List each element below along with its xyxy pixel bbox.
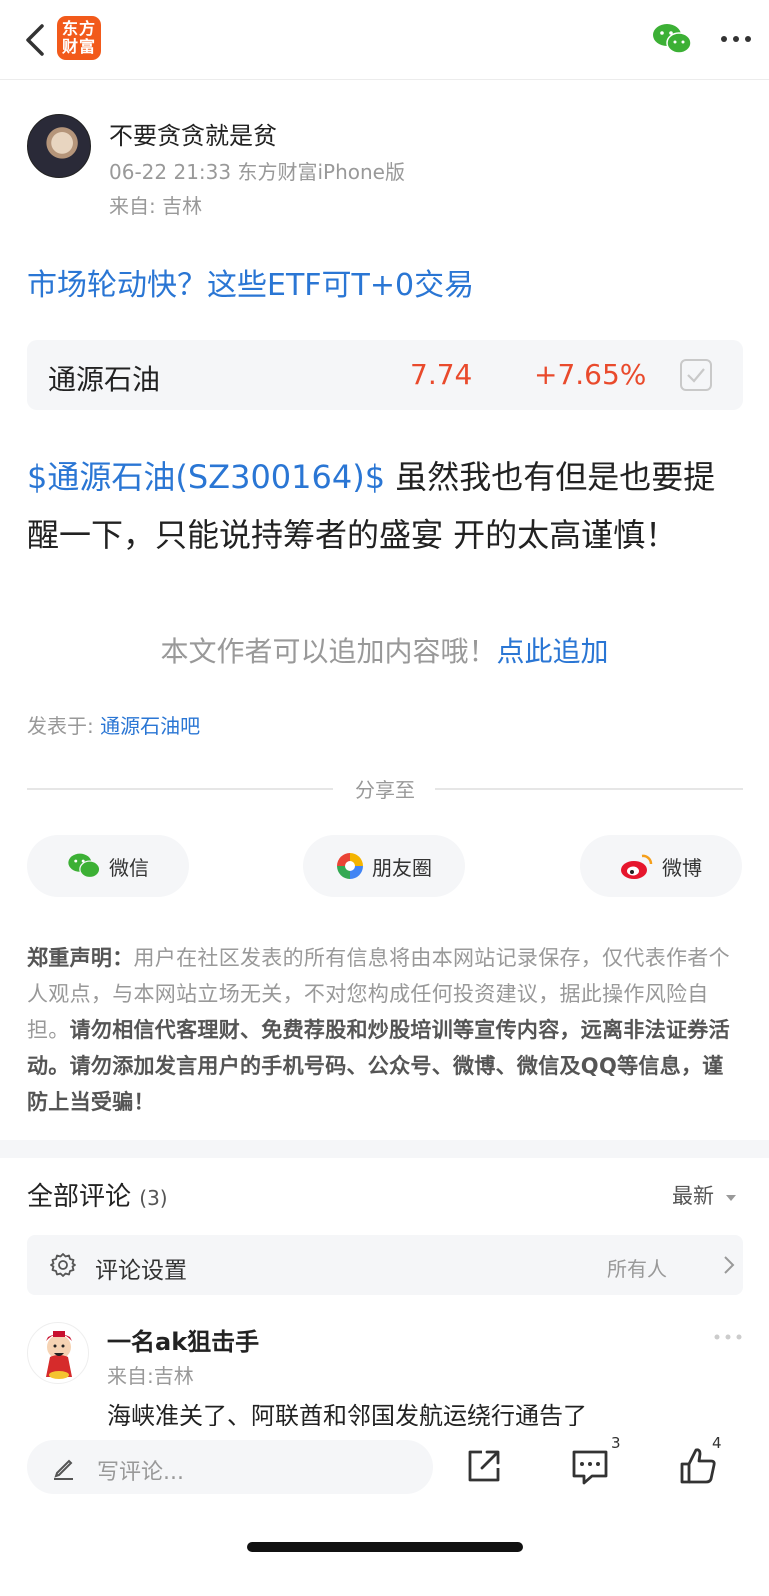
comments-count: (3) bbox=[139, 1186, 168, 1210]
back-icon[interactable] bbox=[22, 20, 52, 60]
stock-name: 通源石油 bbox=[48, 363, 161, 396]
post-content: $通源石油(SZ300164)$ 虽然我也有但是也要提醒一下，只能说持筹者的盛宴… bbox=[27, 448, 743, 564]
moments-icon bbox=[337, 853, 363, 879]
comment-input[interactable]: 写评论... bbox=[27, 1440, 433, 1494]
weibo-icon bbox=[621, 854, 653, 879]
add-watchlist-checkbox[interactable] bbox=[680, 359, 712, 391]
comment-item: 一名ak狙击手 来自:吉林 海峡准关了、阿联酋和邻国发航运绕行通告了 bbox=[27, 1322, 743, 1432]
posted-in-label: 发表于: bbox=[27, 714, 101, 738]
promo-link[interactable]: 市场轮动快？这些ETF可T+0交易 bbox=[27, 260, 474, 304]
share-wechat-button[interactable]: 微信 bbox=[27, 835, 189, 897]
share-weibo-button[interactable]: 微博 bbox=[580, 835, 742, 897]
share-divider: 分享至 bbox=[27, 774, 743, 804]
comment-icon[interactable] bbox=[570, 1446, 610, 1486]
commenter-name[interactable]: 一名ak狙击手 bbox=[107, 1322, 259, 1357]
like-count-badge: 4 bbox=[712, 1434, 722, 1452]
comment-more-icon[interactable] bbox=[713, 1332, 743, 1342]
append-link[interactable]: 点此追加 bbox=[497, 635, 609, 668]
stock-card[interactable]: 通源石油 7.74 +7.65% bbox=[27, 340, 743, 410]
caishen-avatar-icon bbox=[46, 1331, 72, 1379]
share-moments-label: 朋友圈 bbox=[372, 855, 432, 880]
stock-price: 7.74 bbox=[410, 358, 473, 391]
wechat-icon bbox=[68, 853, 101, 879]
post-location: 来自: 吉林 bbox=[109, 194, 203, 218]
logo-line2: 财富 bbox=[61, 37, 96, 56]
comments-header: 全部评论 (3) bbox=[27, 1176, 168, 1213]
app-logo: 东方 财富 bbox=[57, 16, 101, 60]
stock-change: +7.65% bbox=[534, 358, 647, 391]
comment-count-badge: 3 bbox=[611, 1434, 621, 1452]
disclaimer: 郑重声明：用户在社区发表的所有信息将由本网站记录保存，仅代表作者个人观点，与本网… bbox=[27, 940, 743, 1120]
share-icon[interactable] bbox=[464, 1446, 504, 1486]
commenter-avatar[interactable] bbox=[27, 1322, 89, 1384]
comments-title: 全部评论 bbox=[27, 1182, 132, 1212]
disclaimer-bold: 请勿相信代客理财、免费荐股和炒股培训等宣传内容，远离非法证券活动。请勿添加发言用… bbox=[27, 1018, 730, 1114]
sort-label: 最新 bbox=[672, 1184, 714, 1208]
check-icon bbox=[687, 368, 705, 383]
share-title: 分享至 bbox=[355, 778, 415, 802]
comment-placeholder: 写评论... bbox=[97, 1460, 184, 1485]
bar-link[interactable]: 通源石油吧 bbox=[100, 714, 200, 738]
posted-in: 发表于: 通源石油吧 bbox=[27, 710, 200, 739]
gear-icon bbox=[50, 1253, 76, 1277]
comment-location: 来自:吉林 bbox=[107, 1364, 194, 1388]
more-icon[interactable] bbox=[716, 26, 756, 52]
chevron-right-icon bbox=[724, 1256, 735, 1274]
bottom-bar: 写评论... 3 4 bbox=[0, 1426, 769, 1596]
share-wechat-label: 微信 bbox=[109, 855, 149, 880]
append-text: 本文作者可以追加内容哦！ bbox=[160, 635, 497, 668]
disclaimer-title: 郑重声明： bbox=[27, 946, 134, 970]
share-moments-button[interactable]: 朋友圈 bbox=[303, 835, 465, 897]
logo-line1: 东方 bbox=[61, 19, 96, 38]
share-weibo-label: 微博 bbox=[662, 855, 702, 880]
post-meta: 06-22 21:33 东方财富iPhone版 bbox=[109, 160, 405, 184]
comment-settings[interactable]: 评论设置 所有人 bbox=[27, 1235, 743, 1295]
author-name[interactable]: 不要贪贪就是贫 bbox=[109, 116, 277, 151]
author-avatar[interactable] bbox=[27, 114, 91, 178]
author-info: 不要贪贪就是贫 06-22 21:33 东方财富iPhone版 来自: 吉林 bbox=[27, 114, 727, 224]
top-bar: 东方 财富 bbox=[0, 0, 769, 80]
append-prompt: 本文作者可以追加内容哦！点此追加 bbox=[0, 630, 769, 670]
comment-settings-value: 所有人 bbox=[607, 1257, 667, 1281]
sort-dropdown[interactable]: 最新 bbox=[672, 1180, 737, 1210]
comment-settings-label: 评论设置 bbox=[95, 1258, 187, 1284]
home-indicator[interactable] bbox=[247, 1542, 523, 1552]
wechat-icon[interactable] bbox=[652, 22, 692, 56]
like-icon[interactable] bbox=[678, 1446, 718, 1486]
stock-tag-link[interactable]: $通源石油(SZ300164)$ bbox=[27, 458, 385, 496]
section-divider bbox=[0, 1140, 769, 1158]
pencil-icon bbox=[54, 1459, 73, 1480]
caret-down-icon bbox=[725, 1195, 736, 1201]
